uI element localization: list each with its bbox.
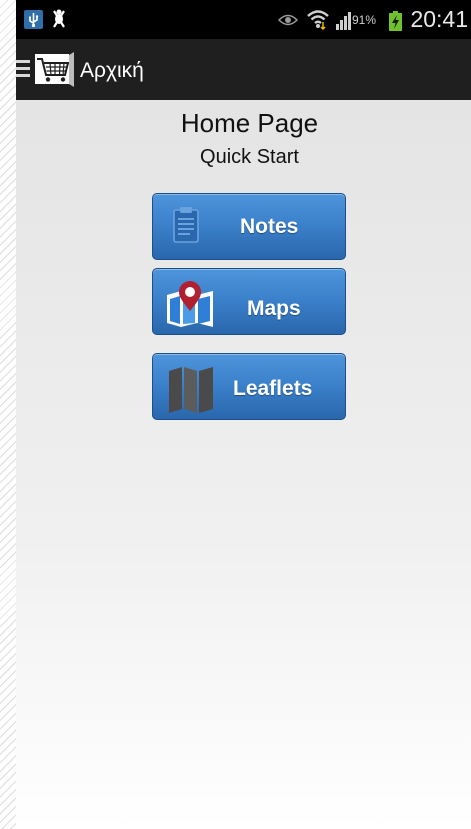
action-bar-title: Αρχική: [80, 59, 144, 82]
action-bar: Αρχική: [16, 39, 471, 100]
left-edge-stripes: [0, 0, 16, 829]
leaflets-button-label: Leaflets: [233, 377, 313, 400]
status-bar: 91% 20:41: [16, 0, 471, 39]
drawer-menu-icon[interactable]: [16, 60, 32, 83]
main-content: Home Page Quick Start Notes Maps Leaflet…: [16, 100, 471, 829]
clipboard-icon: [173, 207, 199, 248]
signal-icon: [336, 10, 352, 35]
phone-screen: 91% 20:41 Αρχική Home Page Quick Start N…: [16, 0, 471, 829]
status-clock: 20:41: [410, 6, 468, 32]
wifi-icon: [306, 8, 330, 35]
maps-button-label: Maps: [247, 297, 301, 320]
leaflets-button[interactable]: Leaflets: [152, 353, 346, 420]
map-pin-icon: [165, 281, 215, 334]
battery-percent: 91%: [352, 13, 377, 27]
page-subtitle: Quick Start: [200, 146, 299, 168]
eye-icon: [277, 13, 299, 32]
notes-button[interactable]: Notes: [152, 193, 346, 260]
notes-button-label: Notes: [240, 215, 299, 238]
usb-icon: [24, 10, 43, 29]
battery-charging-icon: [389, 11, 402, 36]
page-title: Home Page: [180, 108, 319, 138]
maps-button[interactable]: Maps: [152, 268, 346, 335]
shopping-cart-icon[interactable]: [34, 51, 74, 92]
folded-map-icon: [167, 365, 215, 418]
debug-icon: [50, 8, 68, 35]
